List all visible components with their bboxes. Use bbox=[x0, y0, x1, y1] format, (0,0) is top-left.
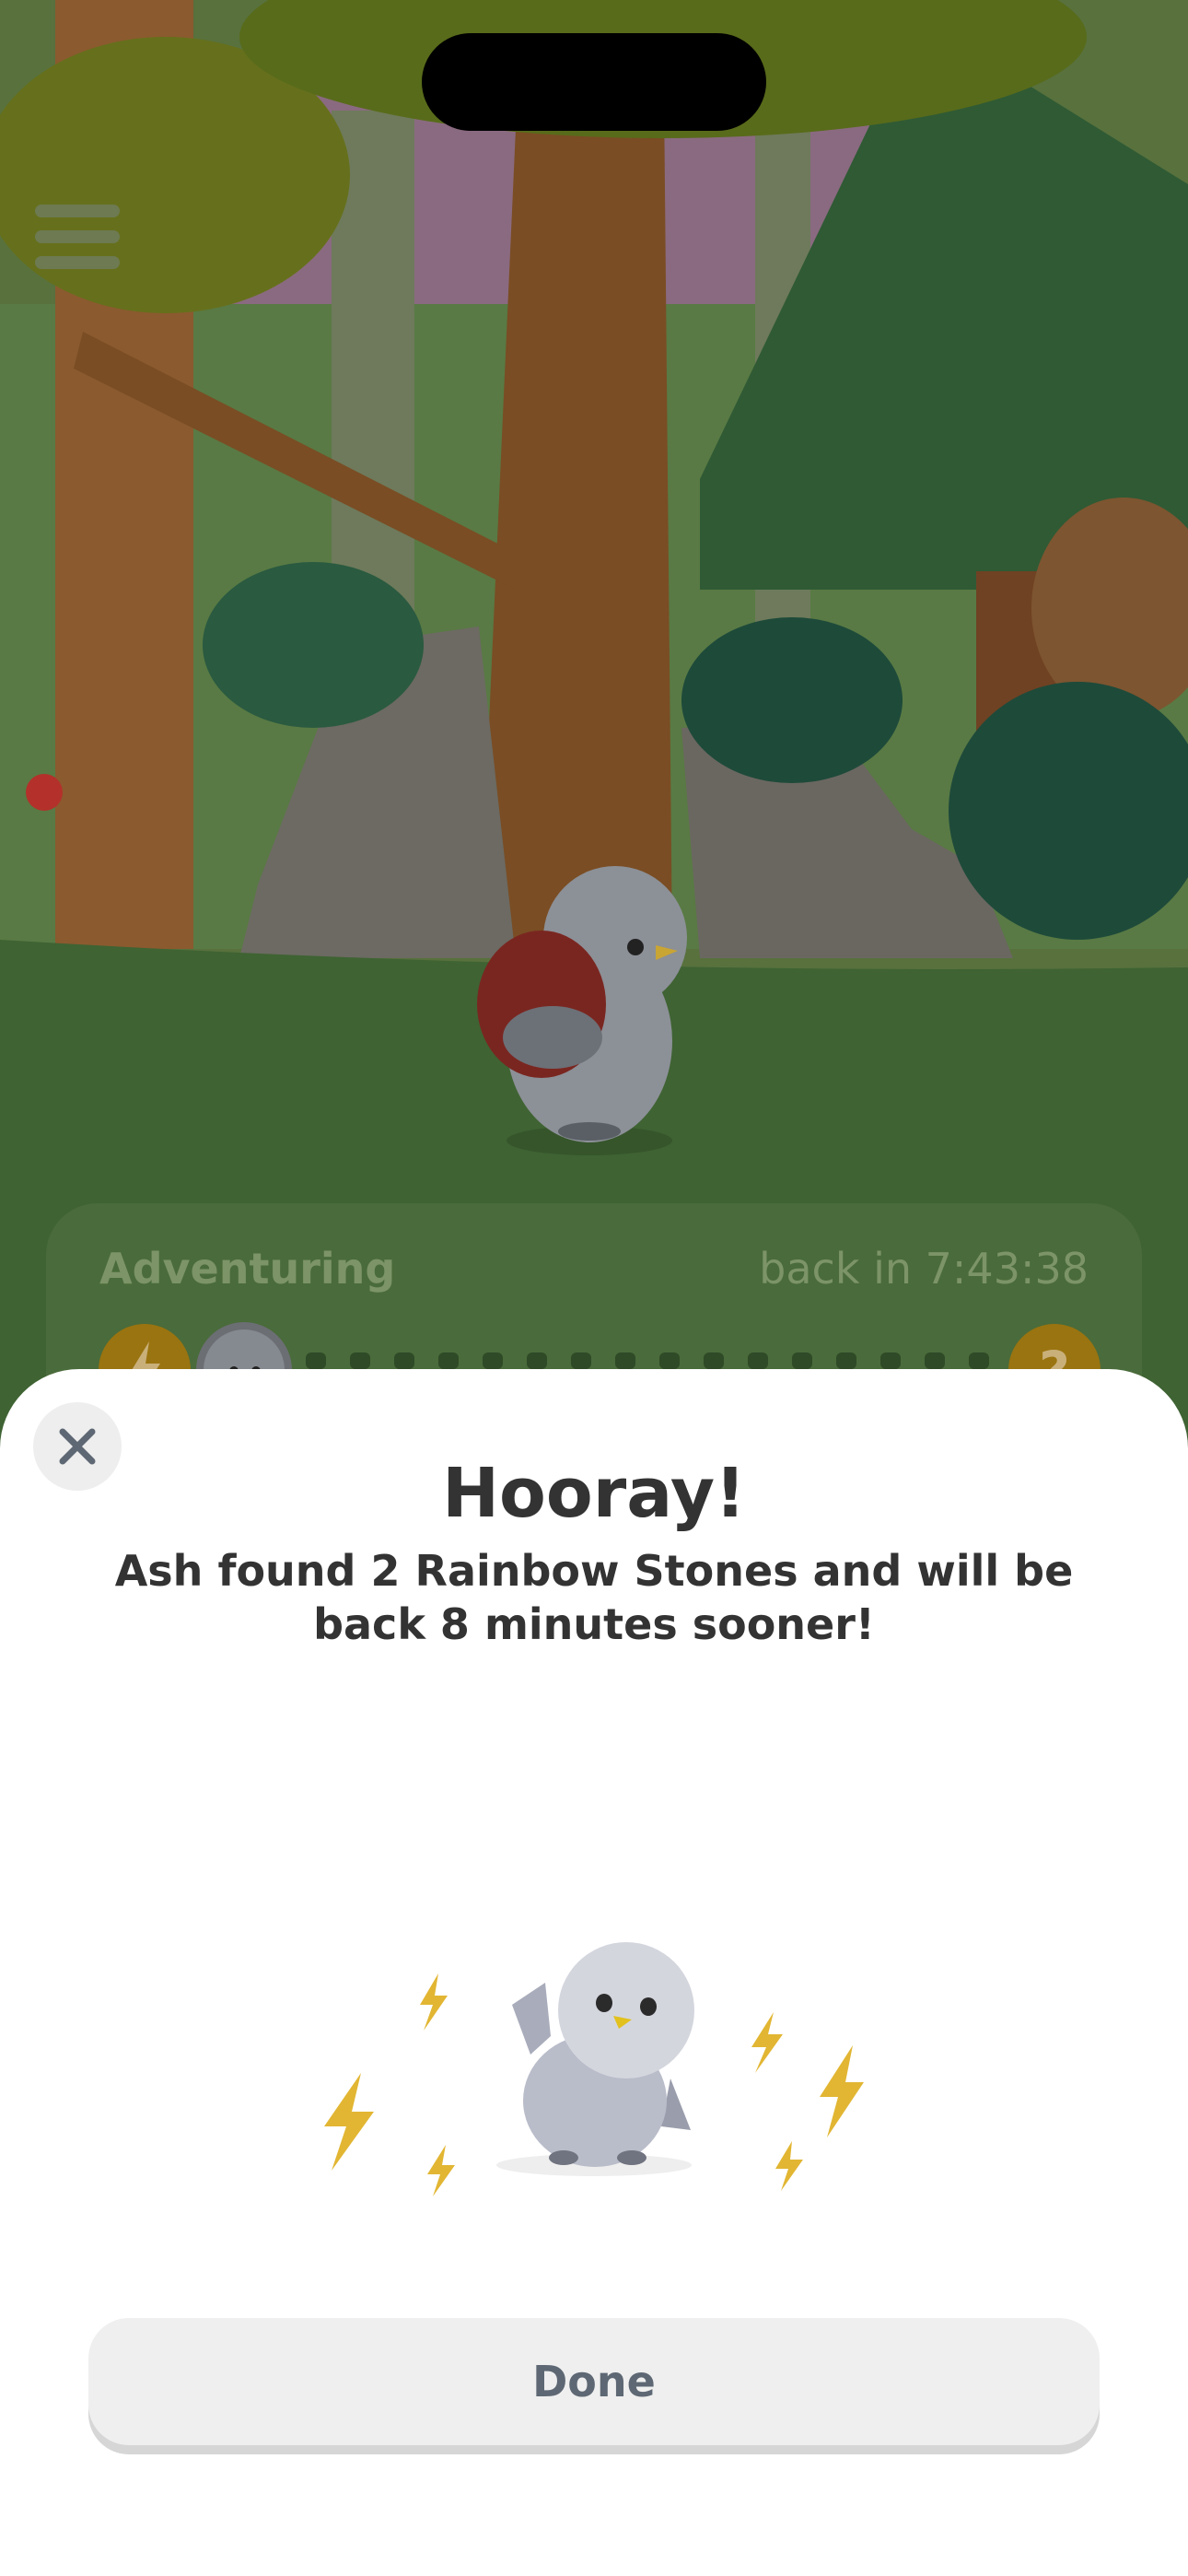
return-timer: back in 7:43:38 bbox=[759, 1244, 1089, 1294]
sheet-title: Hooray! bbox=[442, 1454, 746, 1533]
reward-message: Ash found 2 Rainbow Stones and will be b… bbox=[114, 1546, 1074, 1649]
bird-with-lightning-icon bbox=[324, 1942, 864, 2196]
done-button[interactable]: Done bbox=[88, 2318, 1100, 2445]
hamburger-menu-icon[interactable] bbox=[35, 205, 120, 269]
dynamic-island bbox=[422, 33, 766, 131]
adventure-status-label: Adventuring bbox=[99, 1244, 396, 1294]
